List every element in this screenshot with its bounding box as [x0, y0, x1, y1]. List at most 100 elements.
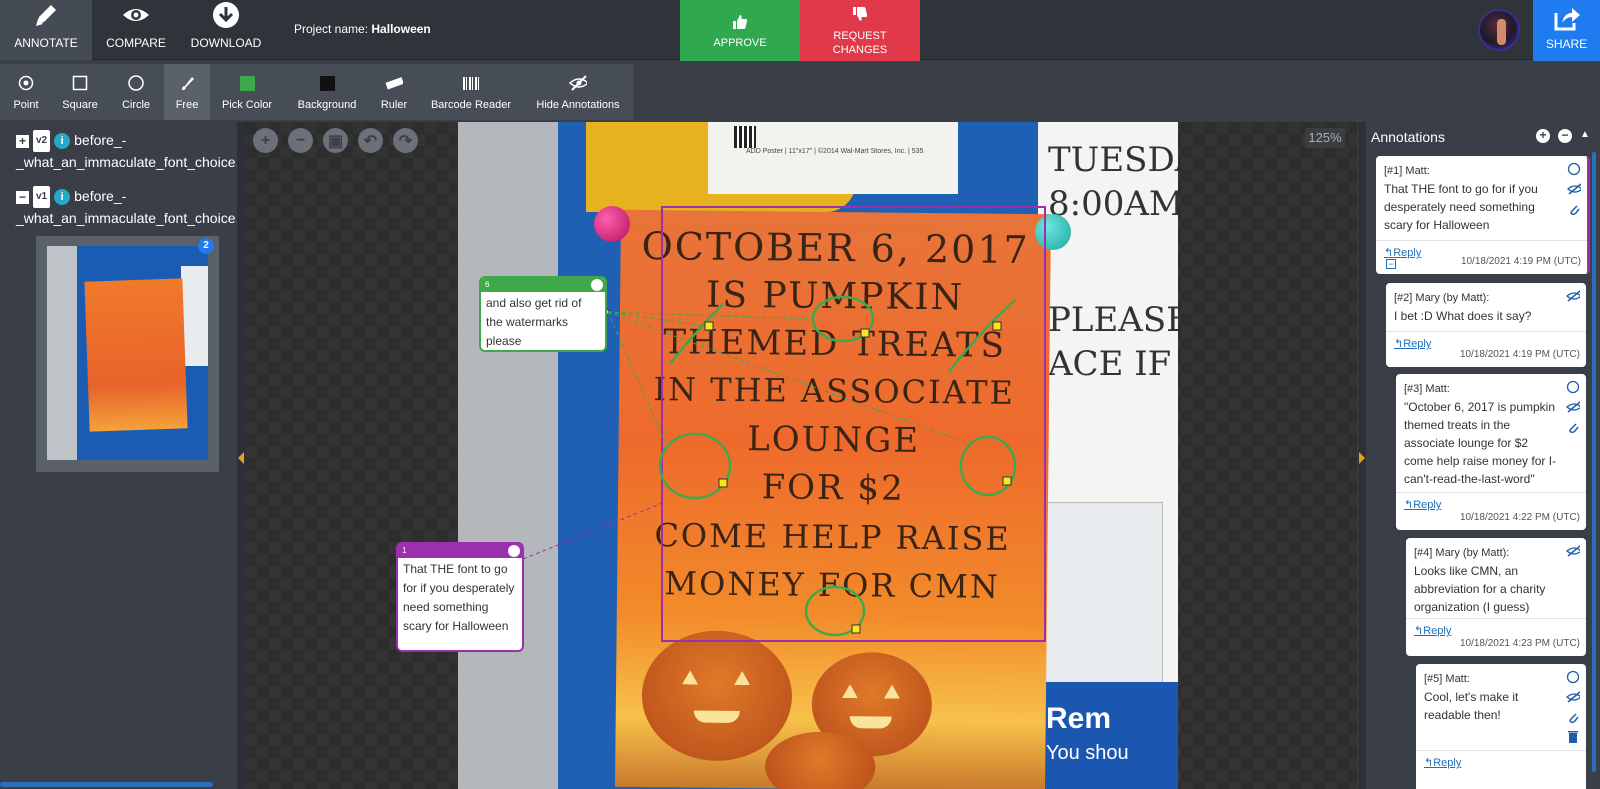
- horizontal-scrollbar[interactable]: [0, 782, 213, 787]
- tool-pick-color-label: Pick Color: [221, 99, 273, 111]
- reply-link[interactable]: ↰Reply: [1414, 622, 1451, 640]
- comment-author: [#4] Mary (by Matt):: [1414, 547, 1510, 559]
- rotate-left-icon[interactable]: ↶: [358, 128, 383, 153]
- share-button[interactable]: SHARE: [1533, 0, 1600, 61]
- version-thumbnail[interactable]: [36, 236, 219, 472]
- hide-icon[interactable]: [1566, 690, 1580, 704]
- collapse-panel-icon[interactable]: ▲: [1580, 129, 1590, 140]
- circle-shape-icon[interactable]: [1566, 380, 1580, 394]
- annotate-button[interactable]: ANNOTATE: [0, 0, 92, 60]
- download-button[interactable]: DOWNLOAD: [180, 0, 272, 60]
- collapse-right-icon[interactable]: [1359, 452, 1365, 464]
- zoom-in-icon[interactable]: +: [253, 128, 278, 153]
- compare-label: COMPARE: [106, 36, 166, 50]
- zoom-out-icon[interactable]: −: [288, 128, 313, 153]
- tool-hide-label: Hide Annotations: [536, 99, 620, 111]
- add-annotation-icon[interactable]: +: [1536, 129, 1550, 143]
- share-label: SHARE: [1545, 37, 1588, 51]
- compare-button[interactable]: COMPARE: [94, 0, 178, 60]
- barcode-icon: [462, 74, 480, 92]
- edit-pencil-icon[interactable]: [508, 545, 520, 557]
- comment-date: 10/18/2021 4:23 PM (UTC): [1459, 638, 1580, 649]
- hide-icon[interactable]: [1567, 182, 1581, 196]
- attachment-icon[interactable]: [1566, 420, 1580, 434]
- freehand-stroke[interactable]: [669, 303, 724, 365]
- tool-background-label: Background: [297, 99, 357, 111]
- request-changes-button[interactable]: REQUEST CHANGES: [800, 0, 920, 61]
- approve-label: APPROVE: [713, 36, 767, 49]
- tool-background[interactable]: Background: [290, 64, 364, 120]
- hide-icon[interactable]: [1566, 544, 1580, 558]
- eye-icon: [123, 9, 149, 21]
- comment-actions: [1566, 380, 1580, 434]
- approve-button[interactable]: APPROVE: [680, 0, 800, 61]
- note-number: 1: [402, 546, 407, 555]
- tool-point[interactable]: Point: [0, 64, 52, 120]
- connector-line: [522, 501, 666, 560]
- version-name-2: _what_an_immaculate_font_choice.: [16, 154, 240, 171]
- tool-ruler[interactable]: Ruler: [372, 64, 416, 120]
- tool-pick-color[interactable]: Pick Color: [212, 64, 282, 120]
- circle-shape-icon[interactable]: [1567, 162, 1581, 176]
- comment-actions: [1566, 544, 1580, 558]
- collapse-left-icon[interactable]: [238, 452, 244, 464]
- tool-circle-label: Circle: [121, 99, 151, 111]
- circle-annotation[interactable]: [658, 432, 732, 500]
- version-name-2: _what_an_immaculate_font_choice.: [16, 210, 240, 227]
- vertical-scrollbar[interactable]: [1592, 152, 1596, 772]
- collapse-icon[interactable]: −: [16, 190, 29, 204]
- tool-circle[interactable]: Circle: [110, 64, 162, 120]
- note-6[interactable]: 6 and also get rid of the watermarks ple…: [479, 276, 607, 352]
- pencil-icon: [36, 5, 56, 26]
- circle-shape-icon[interactable]: [1566, 670, 1580, 684]
- version-v1[interactable]: − v1 i before_- _what_an_immaculate_font_ch…: [16, 186, 239, 228]
- collapse-thread-icon[interactable]: −: [1386, 259, 1396, 269]
- attachment-icon[interactable]: [1567, 202, 1581, 216]
- annotation-comment-2[interactable]: [#2] Mary (by Matt): I bet :D What does …: [1386, 283, 1586, 367]
- fit-screen-icon[interactable]: ▣: [323, 128, 348, 153]
- circle-annotation[interactable]: [959, 435, 1017, 497]
- remove-annotation-icon[interactable]: −: [1558, 129, 1572, 143]
- left-divider[interactable]: [237, 122, 245, 789]
- trash-icon[interactable]: [1566, 730, 1580, 744]
- annotation-comment-3[interactable]: [#3] Matt: "October 6, 2017 is pumpkin t…: [1396, 374, 1586, 530]
- attachment-icon[interactable]: [1566, 710, 1580, 724]
- rotate-right-icon[interactable]: ↷: [393, 128, 418, 153]
- tool-free[interactable]: Free: [164, 64, 210, 120]
- annotation-comment-4[interactable]: [#4] Mary (by Matt): Looks like CMN, an …: [1406, 538, 1586, 656]
- version-v2[interactable]: + v2 i before_- _what_an_immaculate_font_ch…: [16, 130, 239, 172]
- note-1[interactable]: 1 That THE font to go for if you despera…: [396, 542, 524, 652]
- annotate-label: ANNOTATE: [14, 36, 78, 50]
- annotations-panel: Annotations + − ▲ [#1] Matt: That THE fo…: [1366, 122, 1600, 789]
- annotation-overlay[interactable]: [245, 122, 1357, 789]
- info-icon[interactable]: i: [54, 133, 71, 150]
- comment-date: 10/18/2021 4:19 PM (UTC): [1460, 256, 1581, 267]
- hide-icon[interactable]: [1566, 400, 1580, 414]
- tool-square[interactable]: Square: [54, 64, 106, 120]
- expand-icon[interactable]: +: [16, 134, 29, 148]
- avatar-figure: [1497, 19, 1506, 45]
- zoom-level: 125%: [1305, 128, 1345, 148]
- purple-rectangle-annotation[interactable]: [661, 206, 1046, 642]
- hide-icon[interactable]: [1566, 289, 1580, 303]
- tool-free-label: Free: [175, 99, 199, 111]
- square-icon: [71, 74, 89, 92]
- reply-link[interactable]: ↰Reply: [1424, 754, 1461, 772]
- reply-link[interactable]: ↰Reply: [1394, 335, 1431, 353]
- image-canvas[interactable]: ADD Poster | 11"x17" | ©2014 Wal-Mart St…: [245, 122, 1357, 789]
- eye-slash-icon: [569, 74, 587, 92]
- annotation-comment-5[interactable]: [#5] Matt: Cool, let's make it readable …: [1416, 664, 1586, 789]
- freehand-stroke[interactable]: [947, 299, 1016, 373]
- reply-link[interactable]: ↰Reply: [1404, 496, 1441, 514]
- ruler-icon: [385, 74, 403, 92]
- info-icon[interactable]: i: [54, 189, 71, 206]
- tool-hide-annotations[interactable]: Hide Annotations: [528, 64, 628, 120]
- avatar[interactable]: [1478, 9, 1520, 51]
- right-divider[interactable]: [1358, 122, 1366, 789]
- version-name-1: before_-: [74, 132, 127, 148]
- resize-handles[interactable]: [704, 321, 1012, 634]
- annotation-comment-1[interactable]: [#1] Matt: That THE font to go for if yo…: [1376, 156, 1590, 274]
- comment-text: Looks like CMN, an abbreviation for a ch…: [1414, 564, 1546, 614]
- tool-barcode-reader[interactable]: Barcode Reader: [426, 64, 516, 120]
- edit-pencil-icon[interactable]: [591, 279, 603, 291]
